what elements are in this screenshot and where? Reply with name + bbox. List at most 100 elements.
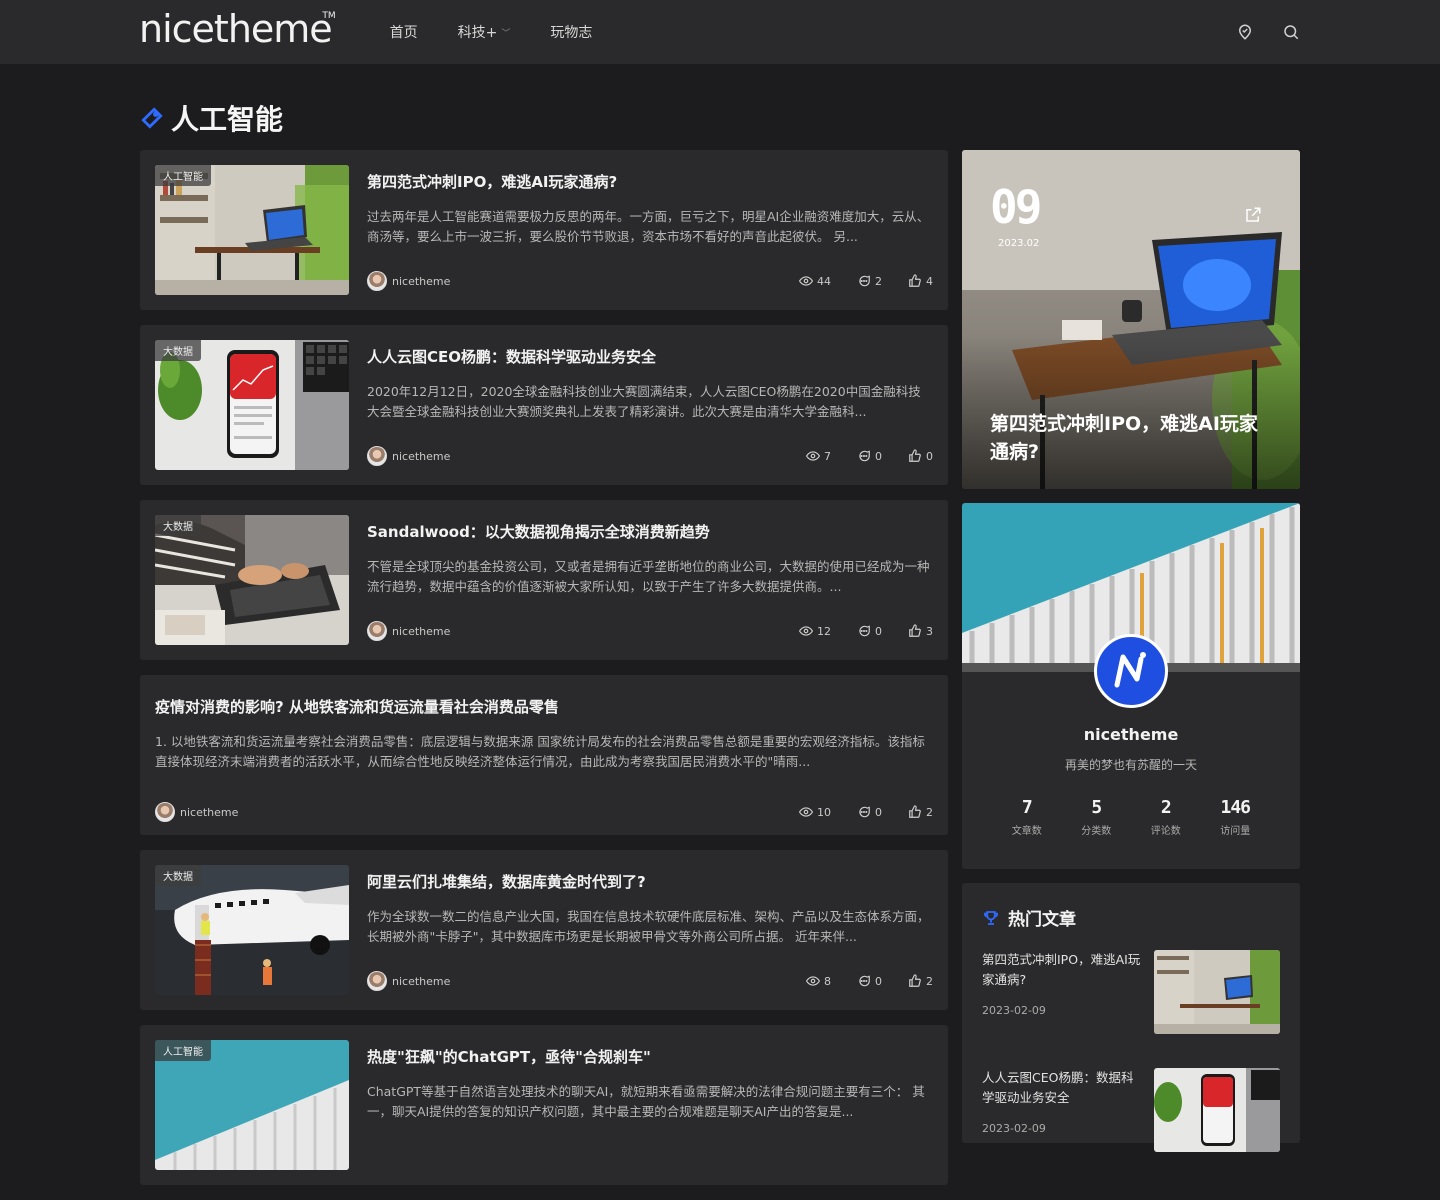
location-pin-icon[interactable] (1236, 23, 1254, 41)
view-count: 44 (799, 274, 831, 288)
featured-day: 09 (990, 180, 1042, 234)
nav-item-tech[interactable]: 科技+ ﹀ (458, 22, 511, 42)
featured-month: 2023.02 (998, 238, 1040, 249)
profile-name[interactable]: nicetheme (962, 725, 1300, 744)
category-badge[interactable]: 大数据 (155, 340, 201, 361)
hot-post-thumbnail[interactable] (1154, 1068, 1280, 1152)
chevron-down-icon: ﹀ (501, 28, 511, 39)
article-card[interactable]: 大数据 阿里云们扎堆集结，数据库黄金时代到了? 作为全球数一数二的信息产业大国，… (140, 850, 948, 1010)
comment-count-value: 0 (875, 974, 882, 988)
article-title[interactable]: 热度"狂飙"的ChatGPT，亟待"合规刹车" (367, 1046, 933, 1067)
avatar[interactable] (367, 621, 387, 641)
stat-label: 文章数 (1011, 826, 1042, 837)
hot-post-item[interactable]: 人人云图CEO杨鹏：数据科学驱动业务安全 2023-02-09 (982, 1068, 1280, 1168)
avatar[interactable] (155, 802, 175, 822)
article-card[interactable]: 大数据 人人云图CEO杨鹏：数据科学驱动业务安全 2020年12月12日，202… (140, 325, 948, 485)
thumbs-up-icon (909, 449, 921, 462)
article-card[interactable]: 人工智能 第四范式冲刺IPO，难逃AI玩家通病? 过去两年是人工智能赛道需要极力… (140, 150, 948, 310)
article-thumbnail[interactable]: 大数据 (155, 865, 349, 995)
comment-count[interactable]: 0 (857, 449, 882, 463)
comment-icon (859, 625, 870, 637)
comment-count[interactable]: 2 (857, 274, 882, 288)
avatar[interactable] (367, 271, 387, 291)
thumbs-up-icon (909, 274, 921, 287)
nav-item-home[interactable]: 首页 (390, 22, 418, 42)
author-name[interactable]: nicetheme (392, 975, 450, 988)
comment-icon (859, 275, 870, 287)
eye-icon (799, 807, 813, 817)
article-excerpt: 2020年12月12日，2020全球金融科技创业大赛圆满结束，人人云图CEO杨鹏… (367, 384, 921, 419)
logo-text: nicetheme (139, 7, 333, 51)
like-count[interactable]: 2 (908, 974, 933, 988)
article-excerpt: 过去两年是人工智能赛道需要极力反思的两年。一方面，巨亏之下，明星AI企业融资难度… (367, 209, 930, 244)
like-count[interactable]: 4 (908, 274, 933, 288)
view-count: 12 (799, 624, 831, 638)
avatar[interactable] (367, 446, 387, 466)
profile-avatar[interactable] (1094, 634, 1168, 708)
hot-posts-heading: 热门文章 (982, 905, 1280, 930)
stat-label: 分类数 (1081, 826, 1112, 837)
author-name[interactable]: nicetheme (180, 806, 238, 819)
nav-label: 玩物志 (550, 25, 593, 41)
article-thumbnail[interactable]: 人工智能 (155, 165, 349, 295)
view-count: 10 (799, 805, 831, 819)
view-count: 8 (806, 974, 831, 988)
article-title[interactable]: Sandalwood：以大数据视角揭示全球消费新趋势 (367, 521, 933, 542)
thumbs-up-icon (909, 624, 921, 637)
hot-post-title[interactable]: 人人云图CEO杨鹏：数据科学驱动业务安全 (982, 1068, 1142, 1108)
article-excerpt: ChatGPT等基于自然语言处理技术的聊天AI，就短期来看亟需要解决的法律合规问… (367, 1084, 925, 1119)
eye-icon (799, 276, 813, 286)
comment-count[interactable]: 0 (857, 974, 882, 988)
article-thumbnail[interactable]: 大数据 (155, 340, 349, 470)
tag-icon (141, 107, 163, 129)
category-badge[interactable]: 大数据 (155, 515, 201, 536)
comment-icon (859, 975, 870, 987)
view-count-value: 12 (817, 624, 831, 638)
thumbs-up-icon (909, 805, 921, 818)
phone-laptop-image (1154, 1068, 1280, 1152)
search-icon[interactable] (1282, 23, 1300, 41)
author-name[interactable]: nicetheme (392, 625, 450, 638)
article-card[interactable]: 人工智能 热度"狂飙"的ChatGPT，亟待"合规刹车" ChatGPT等基于自… (140, 1025, 948, 1185)
author-name[interactable]: nicetheme (392, 275, 450, 288)
article-card[interactable]: 疫情对消费的影响? 从地铁客流和货运流量看社会消费品零售 1. 以地铁客流和货运… (140, 675, 948, 835)
article-title[interactable]: 疫情对消费的影响? 从地铁客流和货运流量看社会消费品零售 (155, 696, 933, 717)
stat-visits: 146 访问量 (1201, 797, 1271, 837)
trophy-icon (983, 910, 999, 925)
article-card[interactable]: 大数据 Sandalwood：以大数据视角揭示全球消费新趋势 不管是全球顶尖的基… (140, 500, 948, 660)
featured-post-title[interactable]: 第四范式冲刺IPO，难逃AI玩家通病? (990, 410, 1270, 466)
article-title[interactable]: 阿里云们扎堆集结，数据库黄金时代到了? (367, 871, 933, 892)
article-thumbnail[interactable]: 人工智能 (155, 1040, 349, 1170)
category-badge[interactable]: 人工智能 (155, 165, 211, 186)
article-thumbnail[interactable]: 大数据 (155, 515, 349, 645)
comment-icon (859, 806, 870, 818)
profile-motto: 再美的梦也有苏醒的一天 (1064, 758, 1197, 772)
avatar[interactable] (367, 971, 387, 991)
author-name[interactable]: nicetheme (392, 450, 450, 463)
like-count-value: 3 (926, 624, 933, 638)
category-badge[interactable]: 大数据 (155, 865, 201, 886)
external-link-icon[interactable] (1244, 206, 1262, 224)
logo-trademark: TM (322, 11, 336, 21)
article-excerpt: 1. 以地铁客流和货运流量考察社会消费品零售：底层逻辑与数据来源 国家统计局发布… (155, 734, 925, 769)
featured-post-card[interactable]: 09 2023.02 第四范式冲刺IPO，难逃AI玩家通病? (962, 150, 1300, 489)
comment-count[interactable]: 0 (857, 624, 882, 638)
comment-count[interactable]: 0 (857, 805, 882, 819)
site-logo[interactable]: nicetheme TM (139, 7, 336, 51)
view-count-value: 10 (817, 805, 831, 819)
like-count-value: 4 (926, 274, 933, 288)
nav-label: 首页 (389, 25, 418, 41)
main-nav: 首页 科技+ ﹀ 玩物志 (390, 22, 633, 42)
hot-post-thumbnail[interactable] (1154, 950, 1280, 1034)
hot-posts-title: 热门文章 (1008, 910, 1076, 930)
like-count[interactable]: 2 (908, 805, 933, 819)
nav-item-toys[interactable]: 玩物志 (550, 22, 592, 42)
article-title[interactable]: 人人云图CEO杨鹏：数据科学驱动业务安全 (367, 346, 933, 367)
hot-post-item[interactable]: 第四范式冲刺IPO，难逃AI玩家通病? 2023-02-09 (982, 950, 1280, 1050)
like-count[interactable]: 0 (908, 449, 933, 463)
like-count[interactable]: 3 (908, 624, 933, 638)
view-count-value: 44 (817, 274, 831, 288)
article-title[interactable]: 第四范式冲刺IPO，难逃AI玩家通病? (367, 171, 933, 192)
hot-post-title[interactable]: 第四范式冲刺IPO，难逃AI玩家通病? (982, 950, 1142, 990)
category-badge[interactable]: 人工智能 (155, 1040, 211, 1061)
